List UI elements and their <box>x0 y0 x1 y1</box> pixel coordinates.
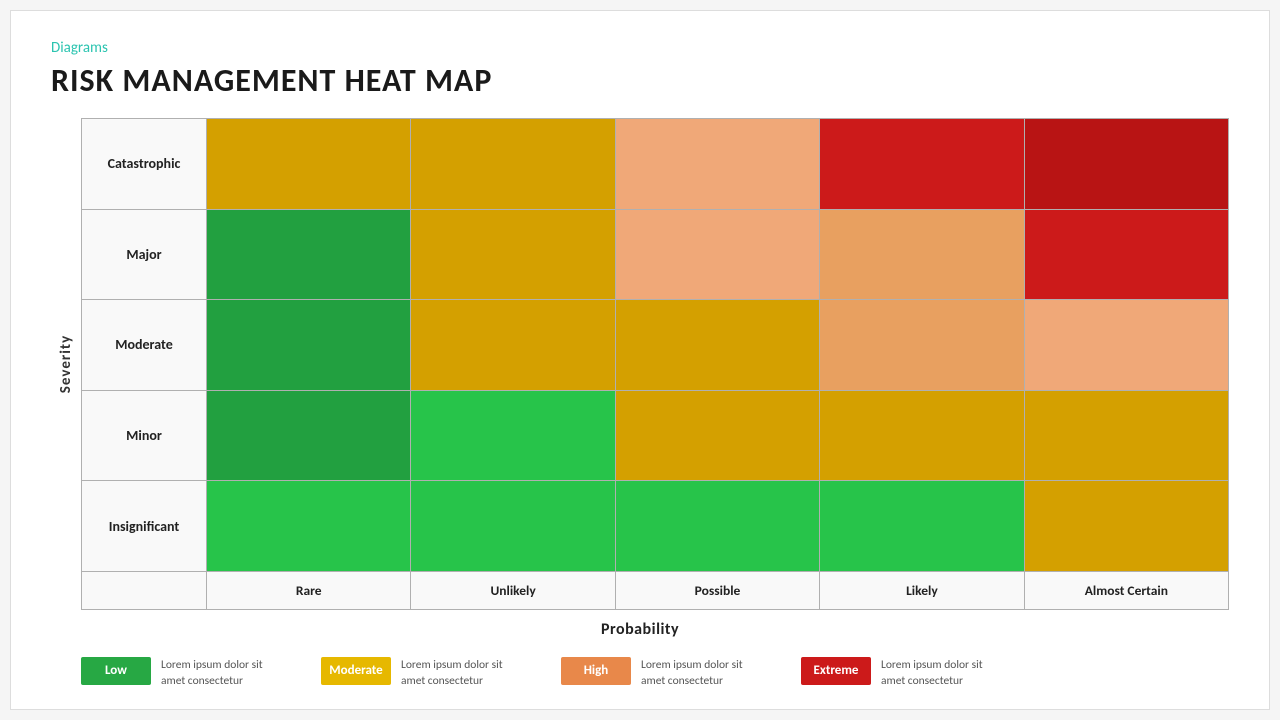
row-cells <box>207 119 1228 209</box>
heat-cell <box>1025 300 1228 390</box>
heat-cell <box>820 391 1024 481</box>
heat-cell <box>616 210 820 300</box>
heat-cell <box>1025 481 1228 571</box>
table-row: Major <box>82 210 1228 301</box>
row-label: Major <box>82 210 207 300</box>
row-cells <box>207 300 1228 390</box>
heat-cell <box>207 210 411 300</box>
heat-cell <box>820 300 1024 390</box>
legend-badge: Moderate <box>321 657 391 685</box>
heat-cell <box>820 119 1024 209</box>
row-label: Moderate <box>82 300 207 390</box>
col-header: Unlikely <box>411 572 615 609</box>
row-cells <box>207 391 1228 481</box>
severity-label: Severity <box>57 335 75 393</box>
col-headers: RareUnlikelyPossibleLikelyAlmost Certain <box>82 571 1228 609</box>
heat-cell <box>616 119 820 209</box>
heat-cell <box>411 300 615 390</box>
grid-body: CatastrophicMajorModerateMinorInsignific… <box>82 119 1228 571</box>
row-cells <box>207 210 1228 300</box>
row-label: Catastrophic <box>82 119 207 209</box>
legend-badge: Low <box>81 657 151 685</box>
legend-badge: Extreme <box>801 657 871 685</box>
legend-item: Moderate Lorem ipsum dolor sit amet conse… <box>321 657 521 689</box>
table-row: Minor <box>82 391 1228 482</box>
heat-cell <box>820 210 1024 300</box>
legend-text: Lorem ipsum dolor sit amet consectetur <box>401 657 521 689</box>
row-label: Minor <box>82 391 207 481</box>
col-headers-inner: RareUnlikelyPossibleLikelyAlmost Certain <box>207 572 1228 609</box>
col-header: Rare <box>207 572 411 609</box>
col-header-spacer <box>82 572 207 609</box>
legend-text: Lorem ipsum dolor sit amet consectetur <box>161 657 281 689</box>
heat-cell <box>207 300 411 390</box>
heat-cell <box>207 391 411 481</box>
probability-label: Probability <box>51 610 1229 643</box>
severity-axis: Severity <box>51 118 81 610</box>
legend-badge: High <box>561 657 631 685</box>
heat-cell <box>411 119 615 209</box>
heat-cell <box>207 119 411 209</box>
legend-text: Lorem ipsum dolor sit amet consectetur <box>881 657 1001 689</box>
page-title: RISK MANAGEMENT HEAT MAP <box>51 61 1229 100</box>
heat-cell <box>207 481 411 571</box>
row-label: Insignificant <box>82 481 207 571</box>
heat-cell <box>411 210 615 300</box>
legend-text: Lorem ipsum dolor sit amet consectetur <box>641 657 761 689</box>
heat-cell <box>616 300 820 390</box>
matrix-section: Severity CatastrophicMajorModerateMinorI… <box>51 118 1229 689</box>
heat-map-table: CatastrophicMajorModerateMinorInsignific… <box>81 118 1229 610</box>
category-label: Diagrams <box>51 39 1229 57</box>
heat-cell <box>616 481 820 571</box>
heat-cell <box>820 481 1024 571</box>
legend-item: Low Lorem ipsum dolor sit amet consectetu… <box>81 657 281 689</box>
heat-cell <box>1025 391 1228 481</box>
col-header: Likely <box>820 572 1024 609</box>
row-cells <box>207 481 1228 571</box>
heat-cell <box>616 391 820 481</box>
heat-cell <box>1025 210 1228 300</box>
legend-item: Extreme Lorem ipsum dolor sit amet consec… <box>801 657 1001 689</box>
col-header: Almost Certain <box>1025 572 1228 609</box>
table-row: Catastrophic <box>82 119 1228 210</box>
matrix-wrapper: Severity CatastrophicMajorModerateMinorI… <box>51 118 1229 610</box>
col-header: Possible <box>616 572 820 609</box>
heat-cell <box>411 481 615 571</box>
legend: Low Lorem ipsum dolor sit amet consectetu… <box>51 657 1229 689</box>
legend-item: High Lorem ipsum dolor sit amet consectet… <box>561 657 761 689</box>
table-row: Moderate <box>82 300 1228 391</box>
table-row: Insignificant <box>82 481 1228 571</box>
heat-cell <box>1025 119 1228 209</box>
heat-cell <box>411 391 615 481</box>
slide: Diagrams RISK MANAGEMENT HEAT MAP Severi… <box>10 10 1270 710</box>
